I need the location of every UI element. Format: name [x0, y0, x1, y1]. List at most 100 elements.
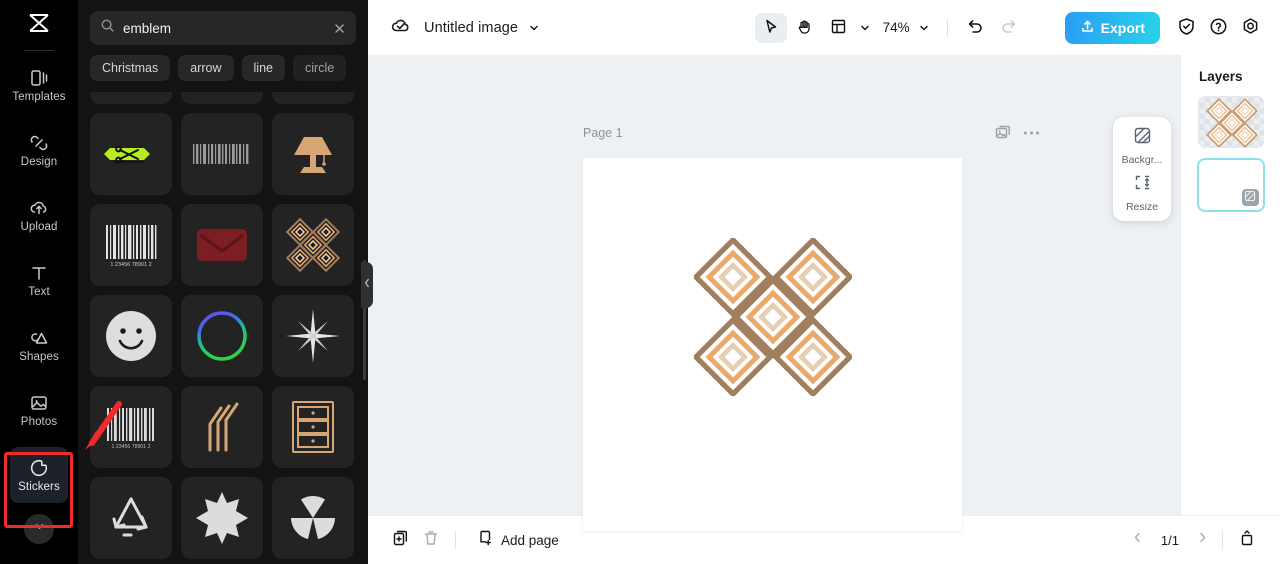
add-page-button[interactable]: Add page [477, 529, 559, 551]
undo-icon [966, 17, 984, 38]
photos-icon [28, 392, 50, 414]
emblem-diamond-artwork[interactable] [692, 236, 854, 398]
sticker-eight-point-star[interactable] [181, 477, 263, 559]
layout-tool-button[interactable] [823, 13, 855, 43]
sidebar-item-label: Templates [12, 90, 66, 103]
bottom-divider [455, 531, 456, 549]
sticker-barcode[interactable]: 1 23456 78901 2 [90, 204, 172, 286]
sidebar-item-label: Photos [20, 415, 58, 428]
duplicate-page-button[interactable] [386, 525, 416, 555]
canvas-page[interactable] [583, 158, 962, 531]
search-icon [100, 18, 115, 38]
sidebar-item-upload[interactable]: Upload [10, 187, 68, 243]
sidebar-item-design[interactable]: Design [10, 122, 68, 178]
sticker-recycle[interactable] [90, 477, 172, 559]
layers-panel: Layers [1180, 55, 1280, 515]
rail-expand-more-button[interactable] [24, 514, 54, 544]
undo-button[interactable] [959, 13, 991, 43]
hand-tool-button[interactable] [789, 13, 821, 43]
capcut-image-editor: Templates Design Upload Text Shapes Phot… [0, 0, 1280, 564]
next-page-button[interactable] [1192, 527, 1213, 553]
page-tools [994, 124, 1040, 141]
duplicate-image-icon[interactable] [994, 124, 1011, 141]
chip-christmas[interactable]: Christmas [90, 55, 171, 81]
cloud-saved-icon[interactable] [390, 15, 411, 41]
sticker-emblem-diamond[interactable] [272, 204, 354, 286]
sticker-gradient-ring[interactable] [181, 295, 263, 377]
search-input[interactable] [123, 20, 325, 36]
sidebar-item-label: Design [20, 155, 58, 168]
settings-button[interactable] [1234, 13, 1266, 43]
layer-background[interactable] [1197, 159, 1264, 211]
add-page-label: Add page [501, 532, 559, 548]
bottom-divider-2 [1222, 531, 1223, 549]
chip-arrow[interactable]: arrow [178, 55, 234, 81]
background-label: Backgr... [1121, 154, 1163, 166]
redo-icon [1000, 17, 1018, 38]
sticker-straws[interactable] [181, 386, 263, 468]
layout-grid-icon [830, 18, 847, 38]
svg-text:1 23456 78901 2: 1 23456 78901 2 [110, 262, 151, 268]
help-button[interactable] [1202, 13, 1234, 43]
sidebar-item-label: Shapes [19, 350, 59, 363]
resize-button[interactable]: Resize [1113, 173, 1171, 213]
sidebar-item-photos[interactable]: Photos [10, 382, 68, 438]
sidebar-item-text[interactable]: Text [10, 252, 68, 308]
sticker-barcode-numbers[interactable]: 1 23456 78901 2 [90, 386, 172, 468]
sticker-radiation[interactable] [272, 477, 354, 559]
workspace: Page 1 Backgr... Resize Layers [368, 55, 1280, 531]
shapes-icon [28, 327, 50, 349]
document-title-caret[interactable] [528, 22, 540, 34]
close-icon[interactable] [333, 22, 346, 35]
shield-check-icon [1177, 17, 1196, 39]
main-area: Untitled image 74% Export Page 1 Backgr.… [368, 0, 1280, 564]
sticker-drawer-cabinet[interactable] [272, 386, 354, 468]
chip-line[interactable]: line [241, 55, 285, 81]
sticker-envelope[interactable] [181, 204, 263, 286]
search-box[interactable] [90, 11, 356, 45]
upload-cloud-icon [28, 197, 50, 219]
sticker-lamp[interactable] [272, 113, 354, 195]
search-suggestion-chips: Christmas arrow line circle [78, 45, 368, 89]
background-button[interactable]: Backgr... [1113, 126, 1171, 166]
export-button[interactable]: Export [1064, 11, 1160, 44]
chip-circle[interactable]: circle [293, 55, 347, 81]
cursor-arrow-icon [762, 18, 779, 38]
capcut-logo-icon[interactable] [0, 0, 78, 46]
sticker-cell-partial-1[interactable] [90, 92, 172, 104]
zoom-caret[interactable] [916, 22, 936, 34]
pages-panel-icon [1238, 529, 1256, 552]
background-swatch-icon [1133, 126, 1152, 150]
trash-icon [422, 529, 440, 552]
sticker-cell-partial-3[interactable] [272, 92, 354, 104]
sticker-sparkle-star[interactable] [272, 295, 354, 377]
stickers-icon [28, 457, 50, 479]
layout-caret[interactable] [857, 22, 873, 34]
chevron-down-icon [33, 520, 46, 538]
canvas-area[interactable]: Page 1 Backgr... Resize [368, 55, 1180, 531]
more-horizontal-icon[interactable] [1023, 130, 1040, 136]
redo-button[interactable] [993, 13, 1025, 43]
sticker-scissors-coupon[interactable] [90, 113, 172, 195]
canvas-float-panel: Backgr... Resize [1113, 117, 1171, 221]
hand-icon [796, 18, 813, 38]
zoom-level[interactable]: 74% [875, 20, 914, 35]
layer-emblem[interactable] [1198, 96, 1264, 148]
templates-icon [28, 67, 50, 89]
document-title[interactable]: Untitled image [424, 20, 518, 36]
sticker-cell-partial-2[interactable] [181, 92, 263, 104]
sidebar-item-stickers[interactable]: Stickers [10, 447, 68, 503]
upload-arrow-icon [1080, 19, 1095, 37]
panel-collapse-handle[interactable] [361, 262, 373, 308]
sticker-barcode-blurred[interactable] [181, 113, 263, 195]
pages-panel-button[interactable] [1232, 525, 1262, 555]
gear-icon [1241, 17, 1260, 39]
add-page-icon [477, 529, 494, 551]
sidebar-item-shapes[interactable]: Shapes [10, 317, 68, 373]
prev-page-button[interactable] [1127, 527, 1148, 553]
delete-page-button[interactable] [416, 525, 446, 555]
sticker-smiley[interactable] [90, 295, 172, 377]
sidebar-item-templates[interactable]: Templates [10, 57, 68, 113]
select-tool-button[interactable] [754, 12, 787, 43]
shield-check-button[interactable] [1170, 13, 1202, 43]
